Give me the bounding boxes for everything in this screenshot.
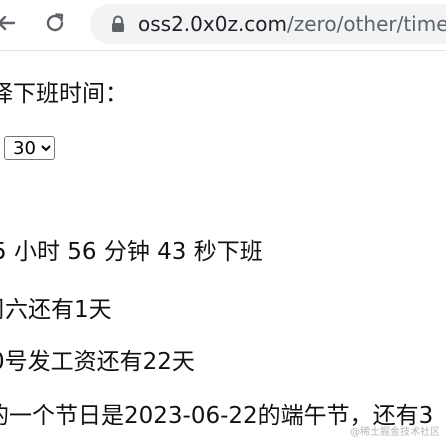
select-time-label: 择下班时间： (0, 81, 128, 107)
url-host: oss2.0x0z.com (138, 12, 288, 36)
arrow-left-icon[interactable] (0, 10, 20, 36)
minute-select[interactable]: 30 (4, 136, 55, 160)
weekend-text: 周六还有1天 (0, 297, 112, 323)
reload-icon[interactable] (42, 10, 68, 36)
minute-select-wrapper: 30 (4, 136, 55, 160)
url-text: oss2.0x0z.com/zero/other/time (138, 12, 446, 36)
lock-icon[interactable] (110, 15, 126, 33)
countdown-text: 5 小时 56 分钟 43 秒下班 (0, 239, 263, 265)
page-content: 择下班时间： 30 5 小时 56 分钟 43 秒下班 周六还有1天 0号发工资… (0, 50, 446, 446)
watermark: @稀土掘金技术社区 (350, 427, 440, 438)
browser-viewport: oss2.0x0z.com/zero/other/time 择下班时间： 30 … (0, 0, 446, 446)
payday-text: 0号发工资还有22天 (0, 349, 195, 375)
url-path: /zero/other/time (287, 12, 446, 36)
browser-toolbar: oss2.0x0z.com/zero/other/time (0, 0, 446, 51)
address-bar[interactable]: oss2.0x0z.com/zero/other/time (90, 4, 446, 44)
